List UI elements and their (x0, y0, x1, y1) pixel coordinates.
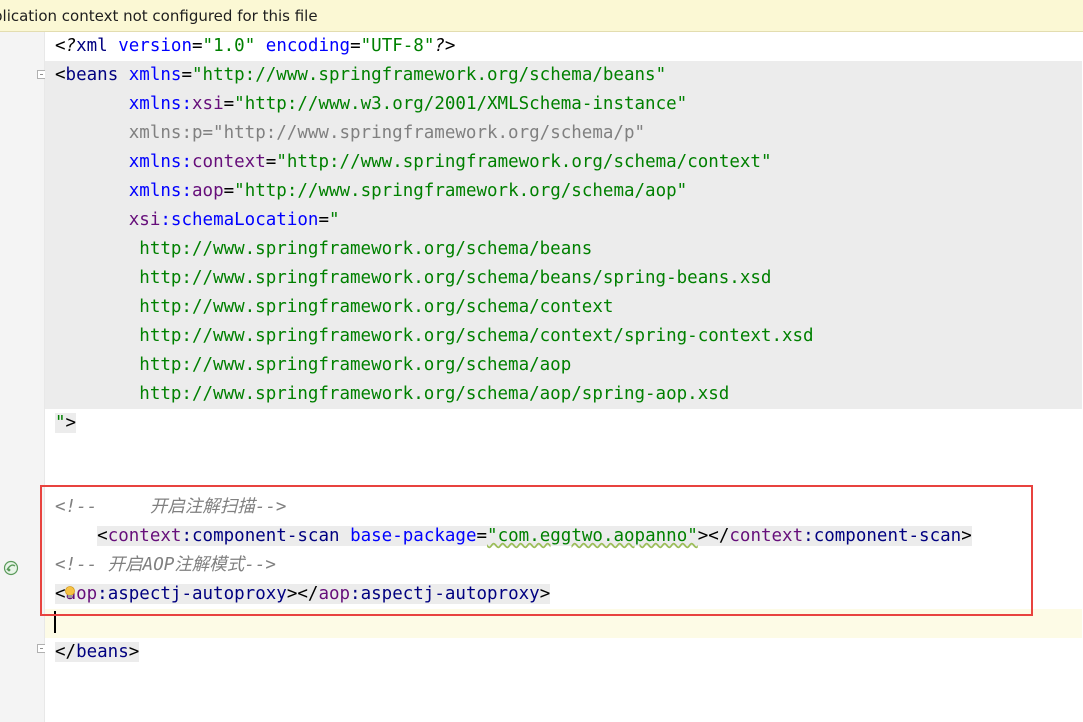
tag-beans: beans (76, 642, 129, 662)
xml-proc-open: <? (55, 36, 77, 56)
attr-name: xsi (192, 94, 224, 114)
eq: = (181, 65, 192, 85)
schema-url-line: http://www.springframework.org/schema/be… (45, 235, 1082, 264)
attr-value: "http://www.springframework.org/schema/c… (276, 152, 772, 172)
intention-bulb-icon[interactable] (64, 585, 76, 601)
code-line: "> (45, 409, 77, 438)
gt: > (65, 413, 77, 433)
colon: : (97, 584, 108, 604)
ns-prefix: xmlns (128, 94, 182, 114)
comment-line: <!-- 开启AOP注解模式--> (55, 555, 276, 575)
attr-name: schemaLocation (170, 210, 319, 230)
close-open: ></ (697, 526, 730, 546)
code-line: xmlns:p="http://www.springframework.org/… (45, 119, 1082, 148)
val-base-package: "com.eggtwo.aopanno" (487, 526, 698, 546)
banner-text: plication context not configured for thi… (0, 7, 318, 25)
code-line: xmlns:xsi="http://www.w3.org/2001/XMLSch… (45, 90, 1082, 119)
eq: = (223, 181, 235, 201)
quote: " (55, 413, 66, 433)
attr-base-package: base-package (350, 526, 477, 546)
text-caret (54, 611, 56, 633)
eq: = (476, 526, 488, 546)
close-open: ></ (286, 584, 319, 604)
current-line (45, 609, 1082, 638)
attr-value: "http://www.springframework.org/schema/a… (234, 181, 688, 201)
schema-url-line: http://www.springframework.org/schema/be… (45, 264, 1082, 293)
unused-attr: xmlns:p="http://www.springframework.org/… (128, 123, 646, 143)
code-line: <?xml version="1.0" encoding="UTF-8"?> (45, 32, 455, 61)
tag-beans: beans (65, 65, 129, 85)
colon: : (181, 181, 192, 201)
notification-banner[interactable]: plication context not configured for thi… (0, 0, 1083, 32)
tag-component-scan: component-scan (813, 526, 962, 546)
schema-url-line: http://www.springframework.org/schema/ao… (45, 351, 1082, 380)
val-encoding: "UTF-8" (360, 36, 435, 56)
gt: > (539, 584, 551, 604)
colon: : (181, 94, 192, 114)
code-editor[interactable]: <?xml version="1.0" encoding="UTF-8"?> <… (45, 32, 1083, 722)
editor-gutter[interactable] (0, 32, 46, 722)
attr-encoding: encoding (265, 36, 351, 56)
attr-value: " (328, 210, 340, 230)
attr-value: "http://www.w3.org/2001/XMLSchema-instan… (234, 94, 688, 114)
lt: < (97, 526, 108, 546)
colon: : (350, 584, 361, 604)
eq: = (223, 94, 235, 114)
code-line: <aop:aspectj-autoproxy></aop:aspectj-aut… (45, 580, 551, 609)
gt: > (961, 526, 972, 546)
schema-url-line: http://www.springframework.org/schema/ao… (45, 380, 1082, 409)
colon: : (803, 526, 814, 546)
tag-aspectj-autoproxy: aspectj-autoproxy (107, 584, 287, 604)
ns-context: context (729, 526, 804, 546)
comment-line: <!-- 开启注解扫描--> (55, 497, 287, 517)
xml-proc-close: ?> (434, 36, 456, 56)
eq: = (318, 210, 329, 230)
attr-name: aop (192, 181, 224, 201)
lt-slash: </ (55, 642, 77, 662)
code-line: </beans> (45, 638, 140, 667)
colon: : (181, 152, 192, 172)
tag-component-scan: component-scan (192, 526, 351, 546)
schema-url-line: http://www.springframework.org/schema/co… (45, 293, 1082, 322)
code-line: xmlns:aop="http://www.springframework.or… (45, 177, 1082, 206)
ns-prefix: xmlns (128, 152, 182, 172)
code-line: <beans xmlns="http://www.springframework… (45, 61, 1082, 90)
code-line: xmlns:context="http://www.springframewor… (45, 148, 1082, 177)
eq: = (192, 36, 203, 56)
ns-aop: aop (318, 584, 351, 604)
xml-proc-name: xml (76, 36, 119, 56)
code-line: xsi:schemaLocation=" (45, 206, 1082, 235)
code-line: <context:component-scan base-package="co… (45, 522, 972, 551)
attr-version: version (118, 36, 192, 56)
eq: = (265, 152, 277, 172)
spring-bean-icon[interactable] (3, 560, 19, 576)
ns-prefix: xsi (128, 210, 161, 230)
ns-prefix: xmlns (128, 181, 182, 201)
val-version: "1.0" (202, 36, 256, 56)
ns-context: context (107, 526, 182, 546)
eq: = (350, 36, 361, 56)
gt: > (128, 642, 140, 662)
lt: < (55, 65, 66, 85)
colon: : (181, 526, 193, 546)
colon: : (160, 210, 171, 230)
tag-aspectj-autoproxy: aspectj-autoproxy (360, 584, 540, 604)
attr-xmlns: xmlns (128, 65, 182, 85)
val-xmlns: "http://www.springframework.org/schema/b… (192, 65, 667, 85)
schema-url-line: http://www.springframework.org/schema/co… (45, 322, 1082, 351)
attr-name: context (192, 152, 266, 172)
